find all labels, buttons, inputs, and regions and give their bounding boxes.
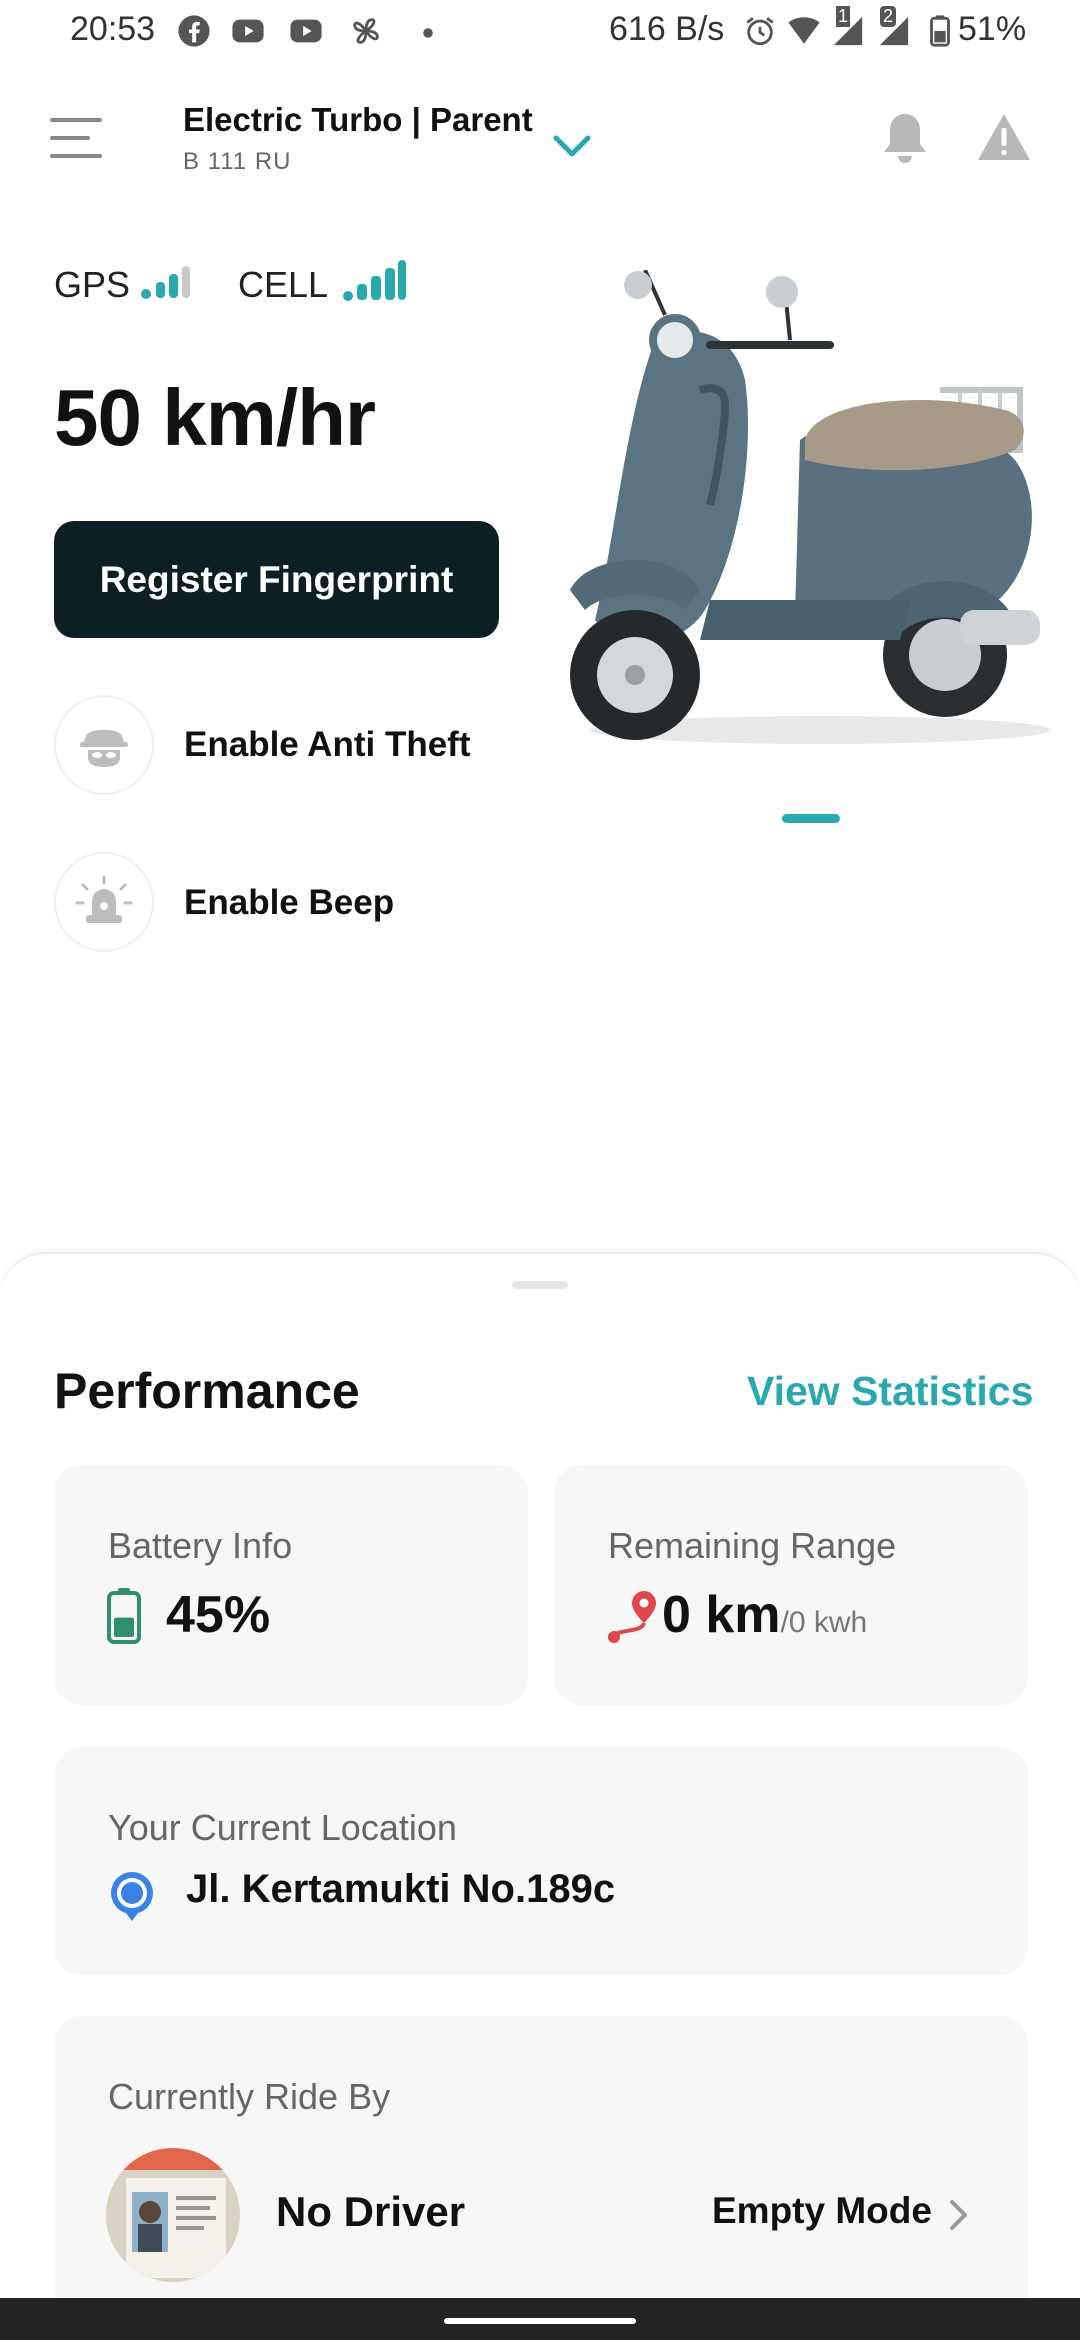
sim1-badge: 1	[836, 6, 851, 27]
location-label: Your Current Location	[108, 1807, 457, 1848]
performance-title: Performance	[54, 1363, 360, 1419]
range-value: 0 km	[662, 1586, 781, 1644]
thief-icon	[80, 730, 128, 767]
battery-percent: 51%	[958, 10, 1027, 48]
status-time: 20:53	[70, 10, 156, 48]
register-fingerprint-button[interactable]: Register Fingerprint	[54, 521, 499, 638]
range-card[interactable]: Remaining Range 0 km/0 kwh	[554, 1465, 1028, 1705]
beep-label[interactable]: Enable Beep	[184, 883, 394, 923]
current-speed: 50 km/hr	[54, 373, 376, 462]
view-statistics-link[interactable]: View Statistics	[747, 1368, 1033, 1415]
rider-name: No Driver	[276, 2188, 466, 2235]
mode-button[interactable]: Empty Mode	[712, 2190, 932, 2232]
network-speed: 616 B/s	[609, 10, 725, 48]
gps-signal-icon	[141, 266, 190, 299]
gps-label: GPS	[54, 264, 131, 305]
location-card[interactable]: Your Current Location Jl. Kertamukti No.…	[54, 1747, 1028, 1975]
rider-card[interactable]: Currently Ride By No Driver Empty Mode	[54, 2016, 1028, 2298]
range-label: Remaining Range	[608, 1525, 897, 1566]
pinwheel-icon	[353, 18, 379, 44]
cell-label: CELL	[238, 264, 329, 305]
driver-avatar	[106, 2148, 240, 2282]
youtube-icon	[232, 19, 264, 43]
vehicle-name[interactable]: Electric Turbo | Parent	[183, 101, 533, 139]
cell-signal-icon	[343, 260, 406, 301]
warning-icon[interactable]	[976, 110, 1032, 164]
alarm-icon	[746, 17, 774, 46]
vehicle-plate: B 111 RU	[183, 148, 292, 175]
status-bar: 20:53 616 B/s 1 2 51%	[0, 0, 1080, 66]
carousel-indicator[interactable]	[782, 814, 840, 823]
battery-label: Battery Info	[108, 1525, 293, 1566]
battery-value: 45%	[166, 1586, 271, 1644]
location-pin-icon	[111, 1872, 153, 1921]
chevron-right-icon[interactable]	[948, 2198, 970, 2232]
rider-label: Currently Ride By	[108, 2076, 391, 2117]
siren-icon	[75, 875, 133, 923]
youtube-icon	[290, 19, 322, 43]
battery-icon	[107, 1588, 141, 1644]
anti-theft-toggle[interactable]	[54, 695, 154, 795]
sim2-badge: 2	[880, 6, 897, 27]
scooter-image	[570, 270, 1050, 744]
home-gesture-pill[interactable]	[444, 2318, 636, 2324]
range-unit: /0 kwh	[780, 1606, 868, 1639]
battery-status-icon	[930, 15, 950, 47]
location-value: Jl. Kertamukti No.189c	[186, 1867, 616, 1911]
route-pin-icon	[608, 1591, 656, 1643]
menu-icon[interactable]	[48, 112, 104, 164]
facebook-icon	[178, 15, 210, 47]
notification-dot-icon	[423, 28, 433, 38]
beep-toggle[interactable]	[54, 852, 154, 952]
battery-card[interactable]: Battery Info 45%	[54, 1465, 528, 1705]
chevron-down-icon[interactable]	[552, 132, 592, 160]
wifi-icon	[788, 17, 820, 44]
bell-icon[interactable]	[880, 110, 930, 168]
sheet-drag-handle[interactable]	[512, 1281, 568, 1289]
range-value-group: 0 km/0 kwh	[662, 1585, 867, 1645]
anti-theft-label[interactable]: Enable Anti Theft	[184, 725, 470, 765]
